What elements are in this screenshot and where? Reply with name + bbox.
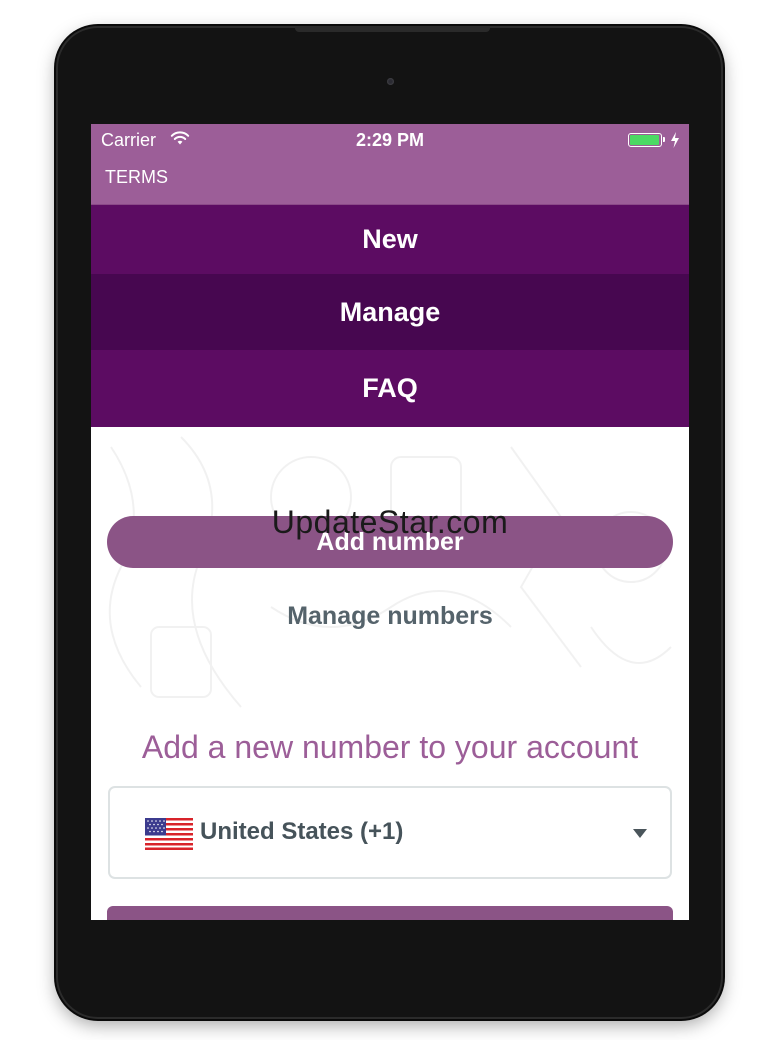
continue-button[interactable] (107, 906, 673, 920)
nav-bar: TERMS (91, 158, 689, 205)
camera-icon (387, 78, 394, 85)
terms-link[interactable]: TERMS (105, 167, 168, 188)
chevron-down-icon (633, 829, 647, 838)
power-button (295, 26, 490, 32)
status-clock: 2:29 PM (355, 130, 425, 150)
menu-item-manage[interactable]: Manage (91, 274, 689, 350)
watermark-text: UpdateStar.com (271, 504, 509, 540)
battery-icon (628, 133, 665, 147)
app-screen: Carrier 2:29 PM TERMS New Manage FAQ Add… (91, 124, 689, 920)
us-flag-icon (145, 818, 193, 850)
background-doodle-pattern (108, 436, 672, 708)
page-headline: Add a new number to your account (141, 729, 639, 765)
country-select-value: United States (+1) (200, 818, 404, 845)
manage-numbers-link[interactable]: Manage numbers (91, 602, 689, 631)
status-bar: Carrier 2:29 PM (91, 124, 689, 158)
menu-item-faq[interactable]: FAQ (91, 350, 689, 427)
charging-bolt-icon (671, 132, 679, 148)
menu-item-new[interactable]: New (91, 205, 689, 274)
country-select[interactable]: United States (+1) (108, 786, 672, 879)
